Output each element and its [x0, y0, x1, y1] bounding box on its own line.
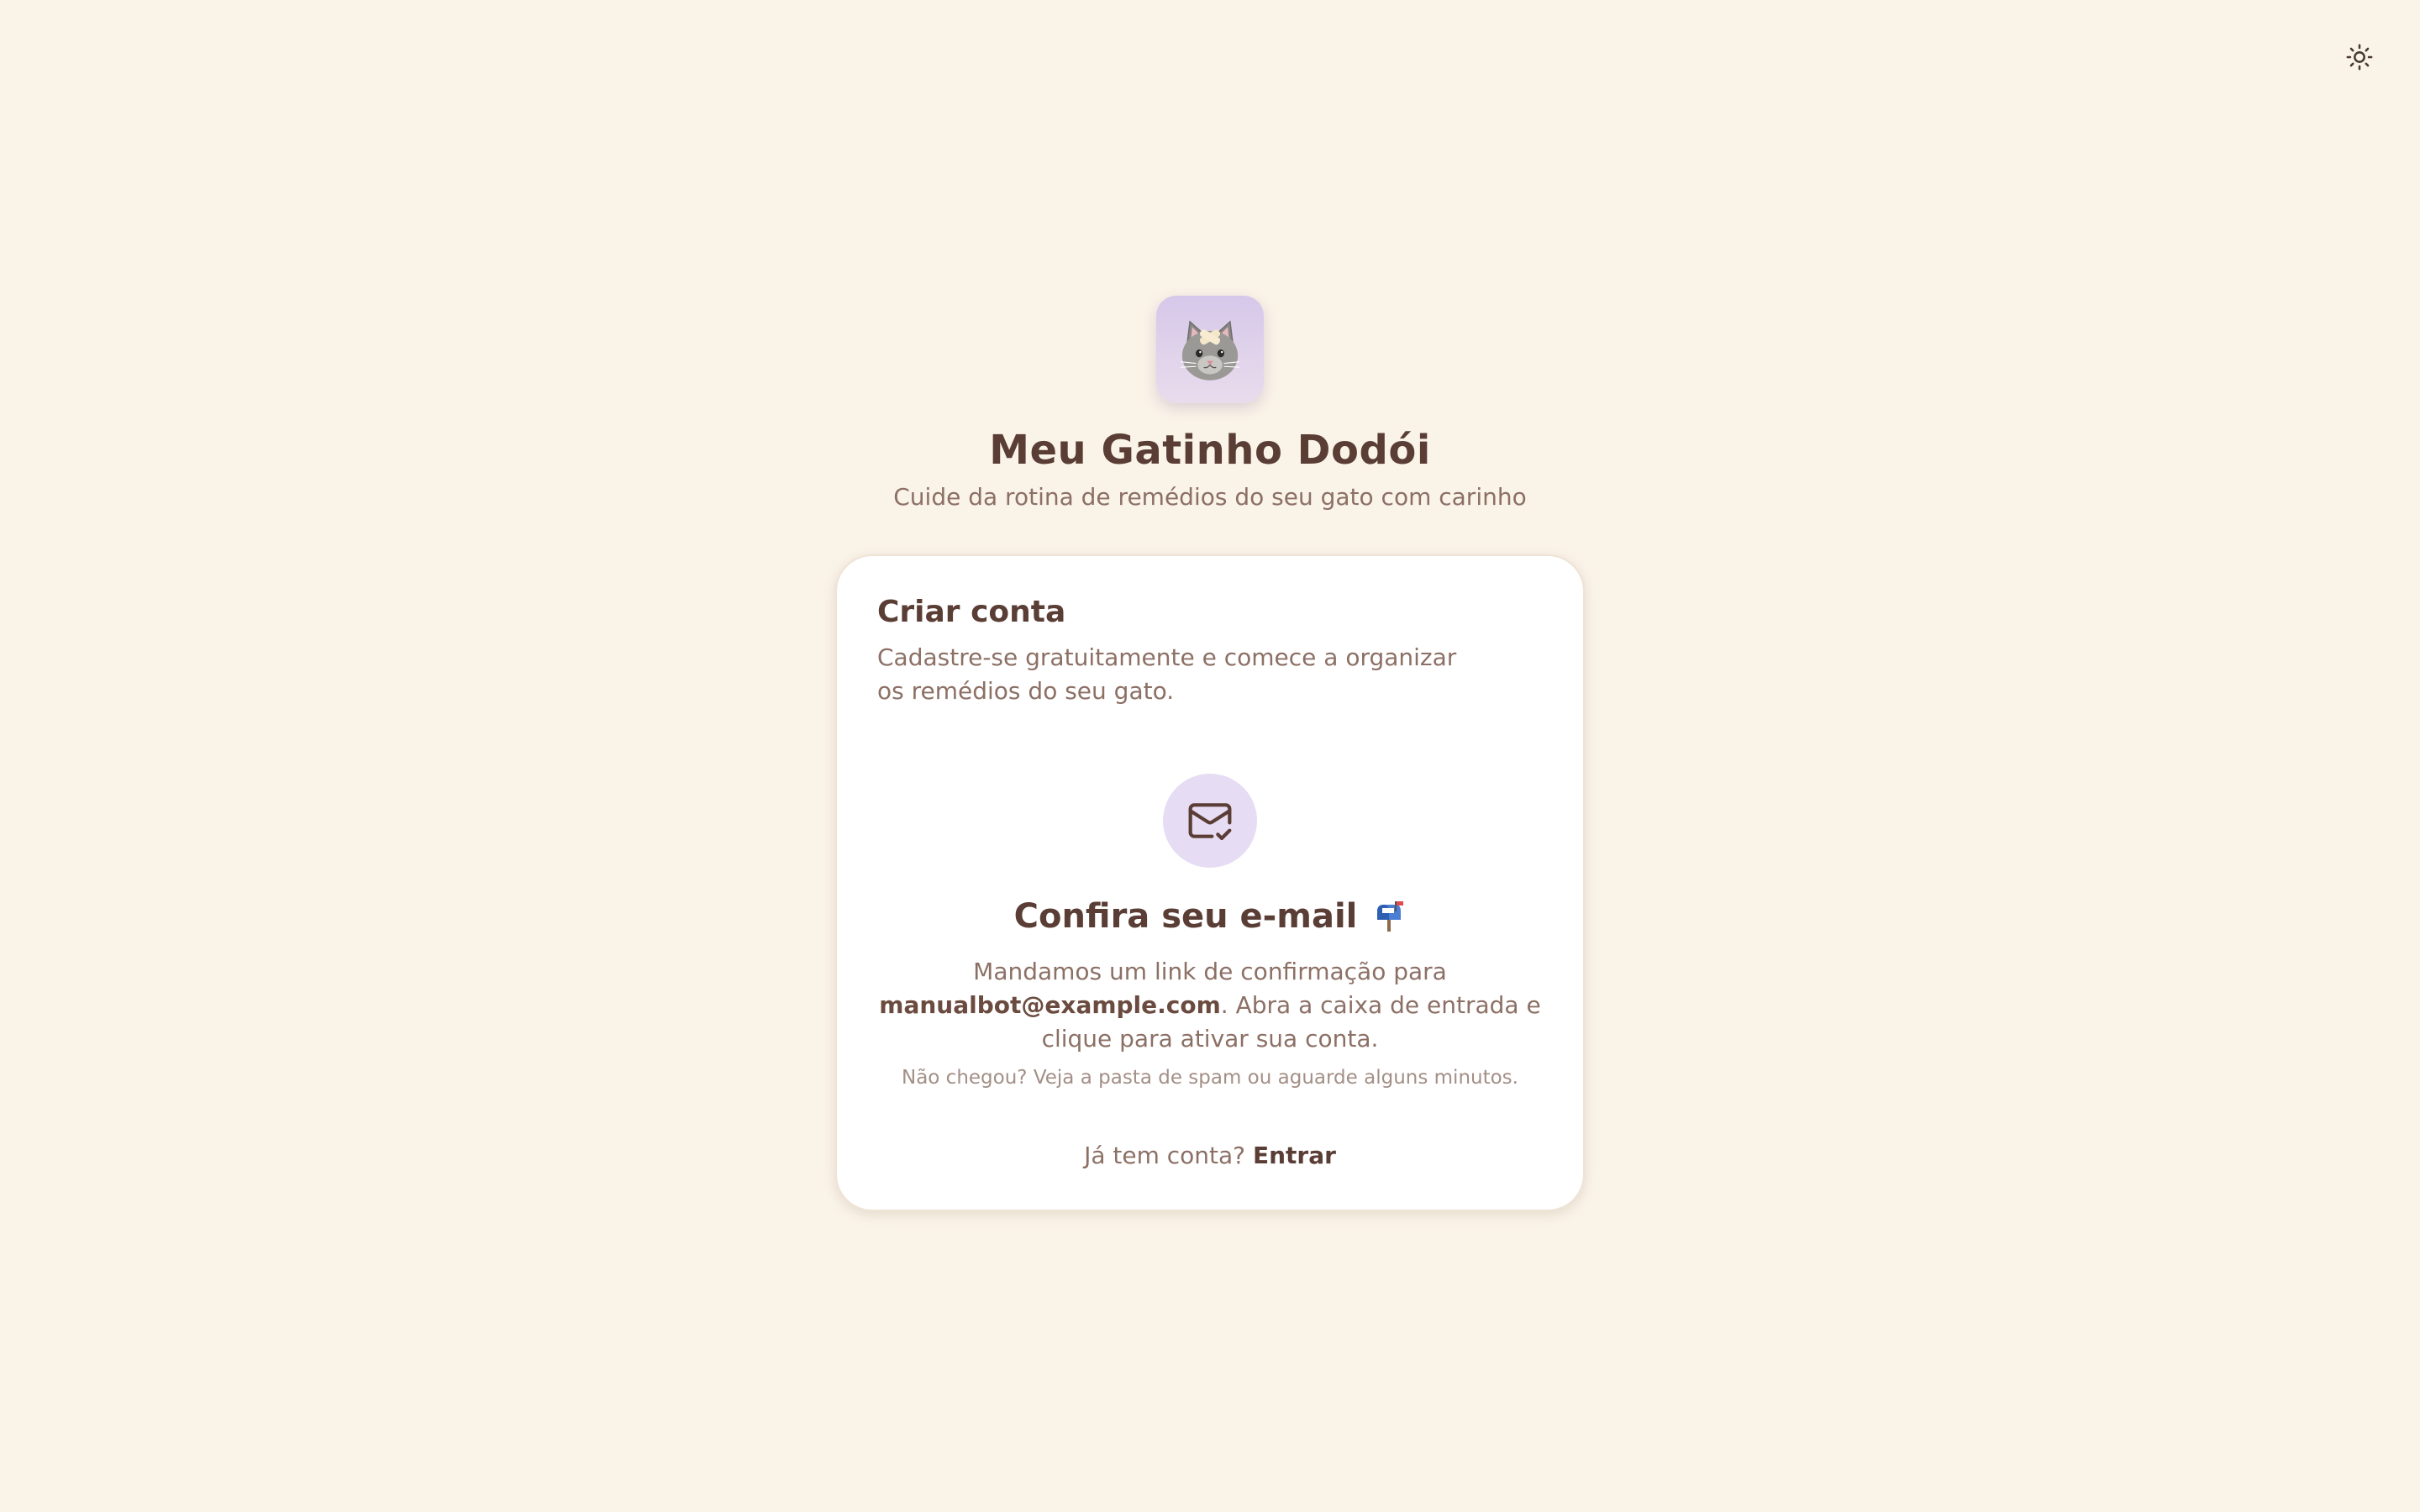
auth-container: Meu Gatinho Dodói Cuide da rotina de rem…: [0, 296, 2420, 1211]
sun-icon: [2346, 44, 2373, 71]
confirmation-message: Mandamos um link de confirmação para man…: [876, 955, 1544, 1056]
confirmation-email: manualbot@example.com: [879, 990, 1221, 1019]
login-link[interactable]: Entrar: [1253, 1142, 1336, 1169]
signup-card: Criar conta Cadastre-se gratuitamente e …: [835, 554, 1585, 1211]
theme-toggle-button[interactable]: [2341, 39, 2378, 76]
app-subtitle: Cuide da rotina de remédios do seu gato …: [893, 482, 1527, 511]
bandaged-cat-icon: [1180, 320, 1240, 381]
confirmation-text-before: Mandamos um link de confirmação para: [973, 957, 1447, 985]
app-title: Meu Gatinho Dodói: [989, 427, 1431, 474]
login-prompt: Já tem conta?: [1084, 1141, 1246, 1169]
confirmation-title: Confira seu e-mail: [1014, 896, 1407, 937]
mailbox-icon: [1372, 900, 1406, 933]
mail-icon-badge: [1163, 773, 1257, 868]
confirmation-title-text: Confira seu e-mail: [1013, 896, 1358, 936]
login-prompt-row: Já tem conta? Entrar: [877, 1142, 1543, 1169]
card-title: Criar conta: [877, 594, 1066, 629]
mail-check-icon: [1188, 803, 1232, 840]
card-description: Cadastre-se gratuitamente e comece a org…: [877, 643, 1457, 705]
confirmation-hint: Não chegou? Veja a pasta de spam ou agua…: [902, 1066, 1518, 1089]
email-confirmation: Confira seu e-mail Mandamos um link de c…: [876, 773, 1544, 1091]
app-logo: [1156, 296, 1264, 403]
